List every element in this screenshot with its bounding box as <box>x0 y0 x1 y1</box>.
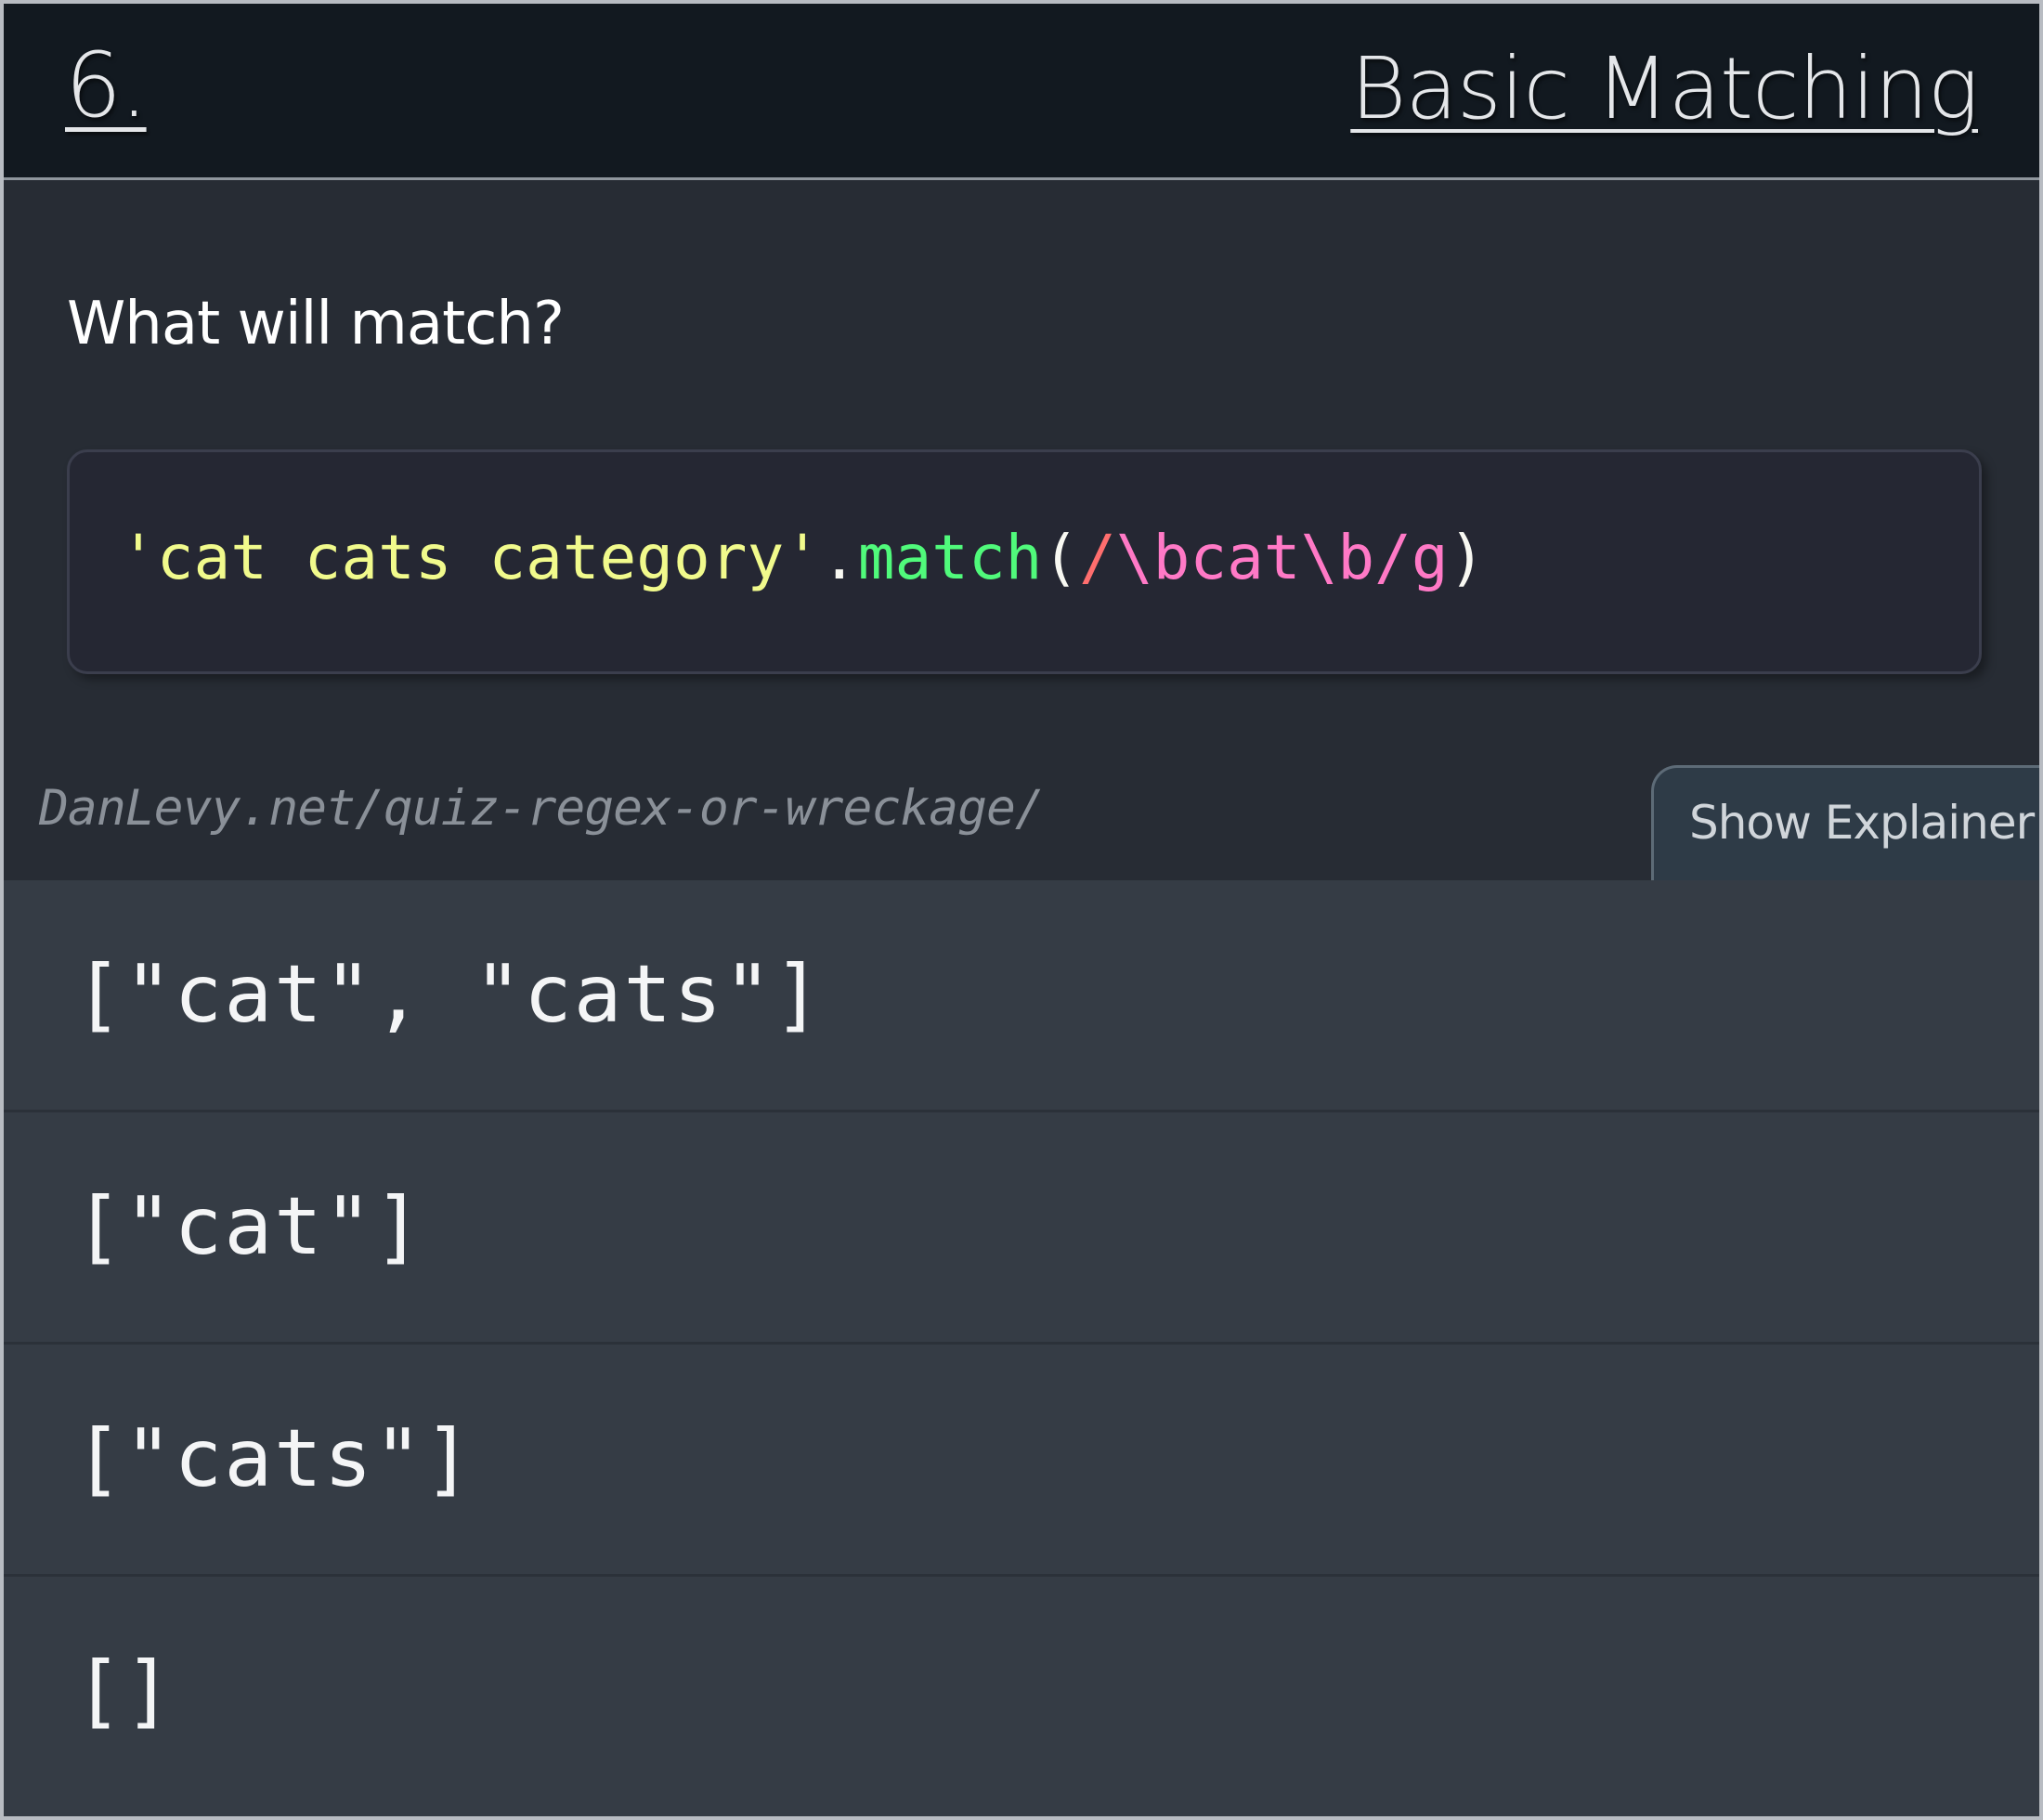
code-string-literal: 'cat cats category' <box>120 522 821 593</box>
code-regex-boundary: \b <box>1300 522 1375 593</box>
code-close-paren: ) <box>1448 522 1486 593</box>
code-regex-close-slash: / <box>1374 522 1412 593</box>
code-regex-flag: g <box>1411 522 1449 593</box>
answer-option[interactable]: ["cat", "cats"] <box>4 880 2039 1112</box>
answer-option-text: ["cat", "cats"] <box>74 948 824 1041</box>
answer-list: ["cat", "cats"] ["cat"] ["cats"] [] <box>4 880 2039 1816</box>
code-line: 'cat cats category'.match(/\bcat\b/g) <box>120 521 1485 594</box>
question-prompt: What will match? <box>67 290 565 358</box>
question-number-link[interactable]: 6. <box>65 41 149 130</box>
code-regex-open-slash: / <box>1079 522 1116 593</box>
answer-option[interactable]: ["cat"] <box>4 1112 2039 1345</box>
answer-option-text: ["cats"] <box>74 1412 475 1505</box>
question-title-link[interactable]: Basic Matching <box>1350 46 1979 132</box>
quiz-card: 6. Basic Matching What will match? 'cat … <box>0 0 2043 1820</box>
answer-option-text: ["cat"] <box>74 1180 424 1273</box>
code-dot: . <box>820 522 858 593</box>
show-explainer-button[interactable]: Show Explainer <box>1651 765 2039 884</box>
answer-option-text: [] <box>74 1644 175 1737</box>
code-open-paren: ( <box>1042 522 1080 593</box>
answer-option[interactable]: [] <box>4 1577 2039 1809</box>
code-method: match <box>857 522 1043 593</box>
code-block: 'cat cats category'.match(/\bcat\b/g) <box>67 449 1982 674</box>
code-regex-body: \bcat <box>1115 522 1301 593</box>
question-header: 6. Basic Matching <box>4 4 2039 180</box>
source-link[interactable]: DanLevy.net/quiz-regex-or-wreckage/ <box>39 780 1045 837</box>
answer-option[interactable]: ["cats"] <box>4 1345 2039 1577</box>
